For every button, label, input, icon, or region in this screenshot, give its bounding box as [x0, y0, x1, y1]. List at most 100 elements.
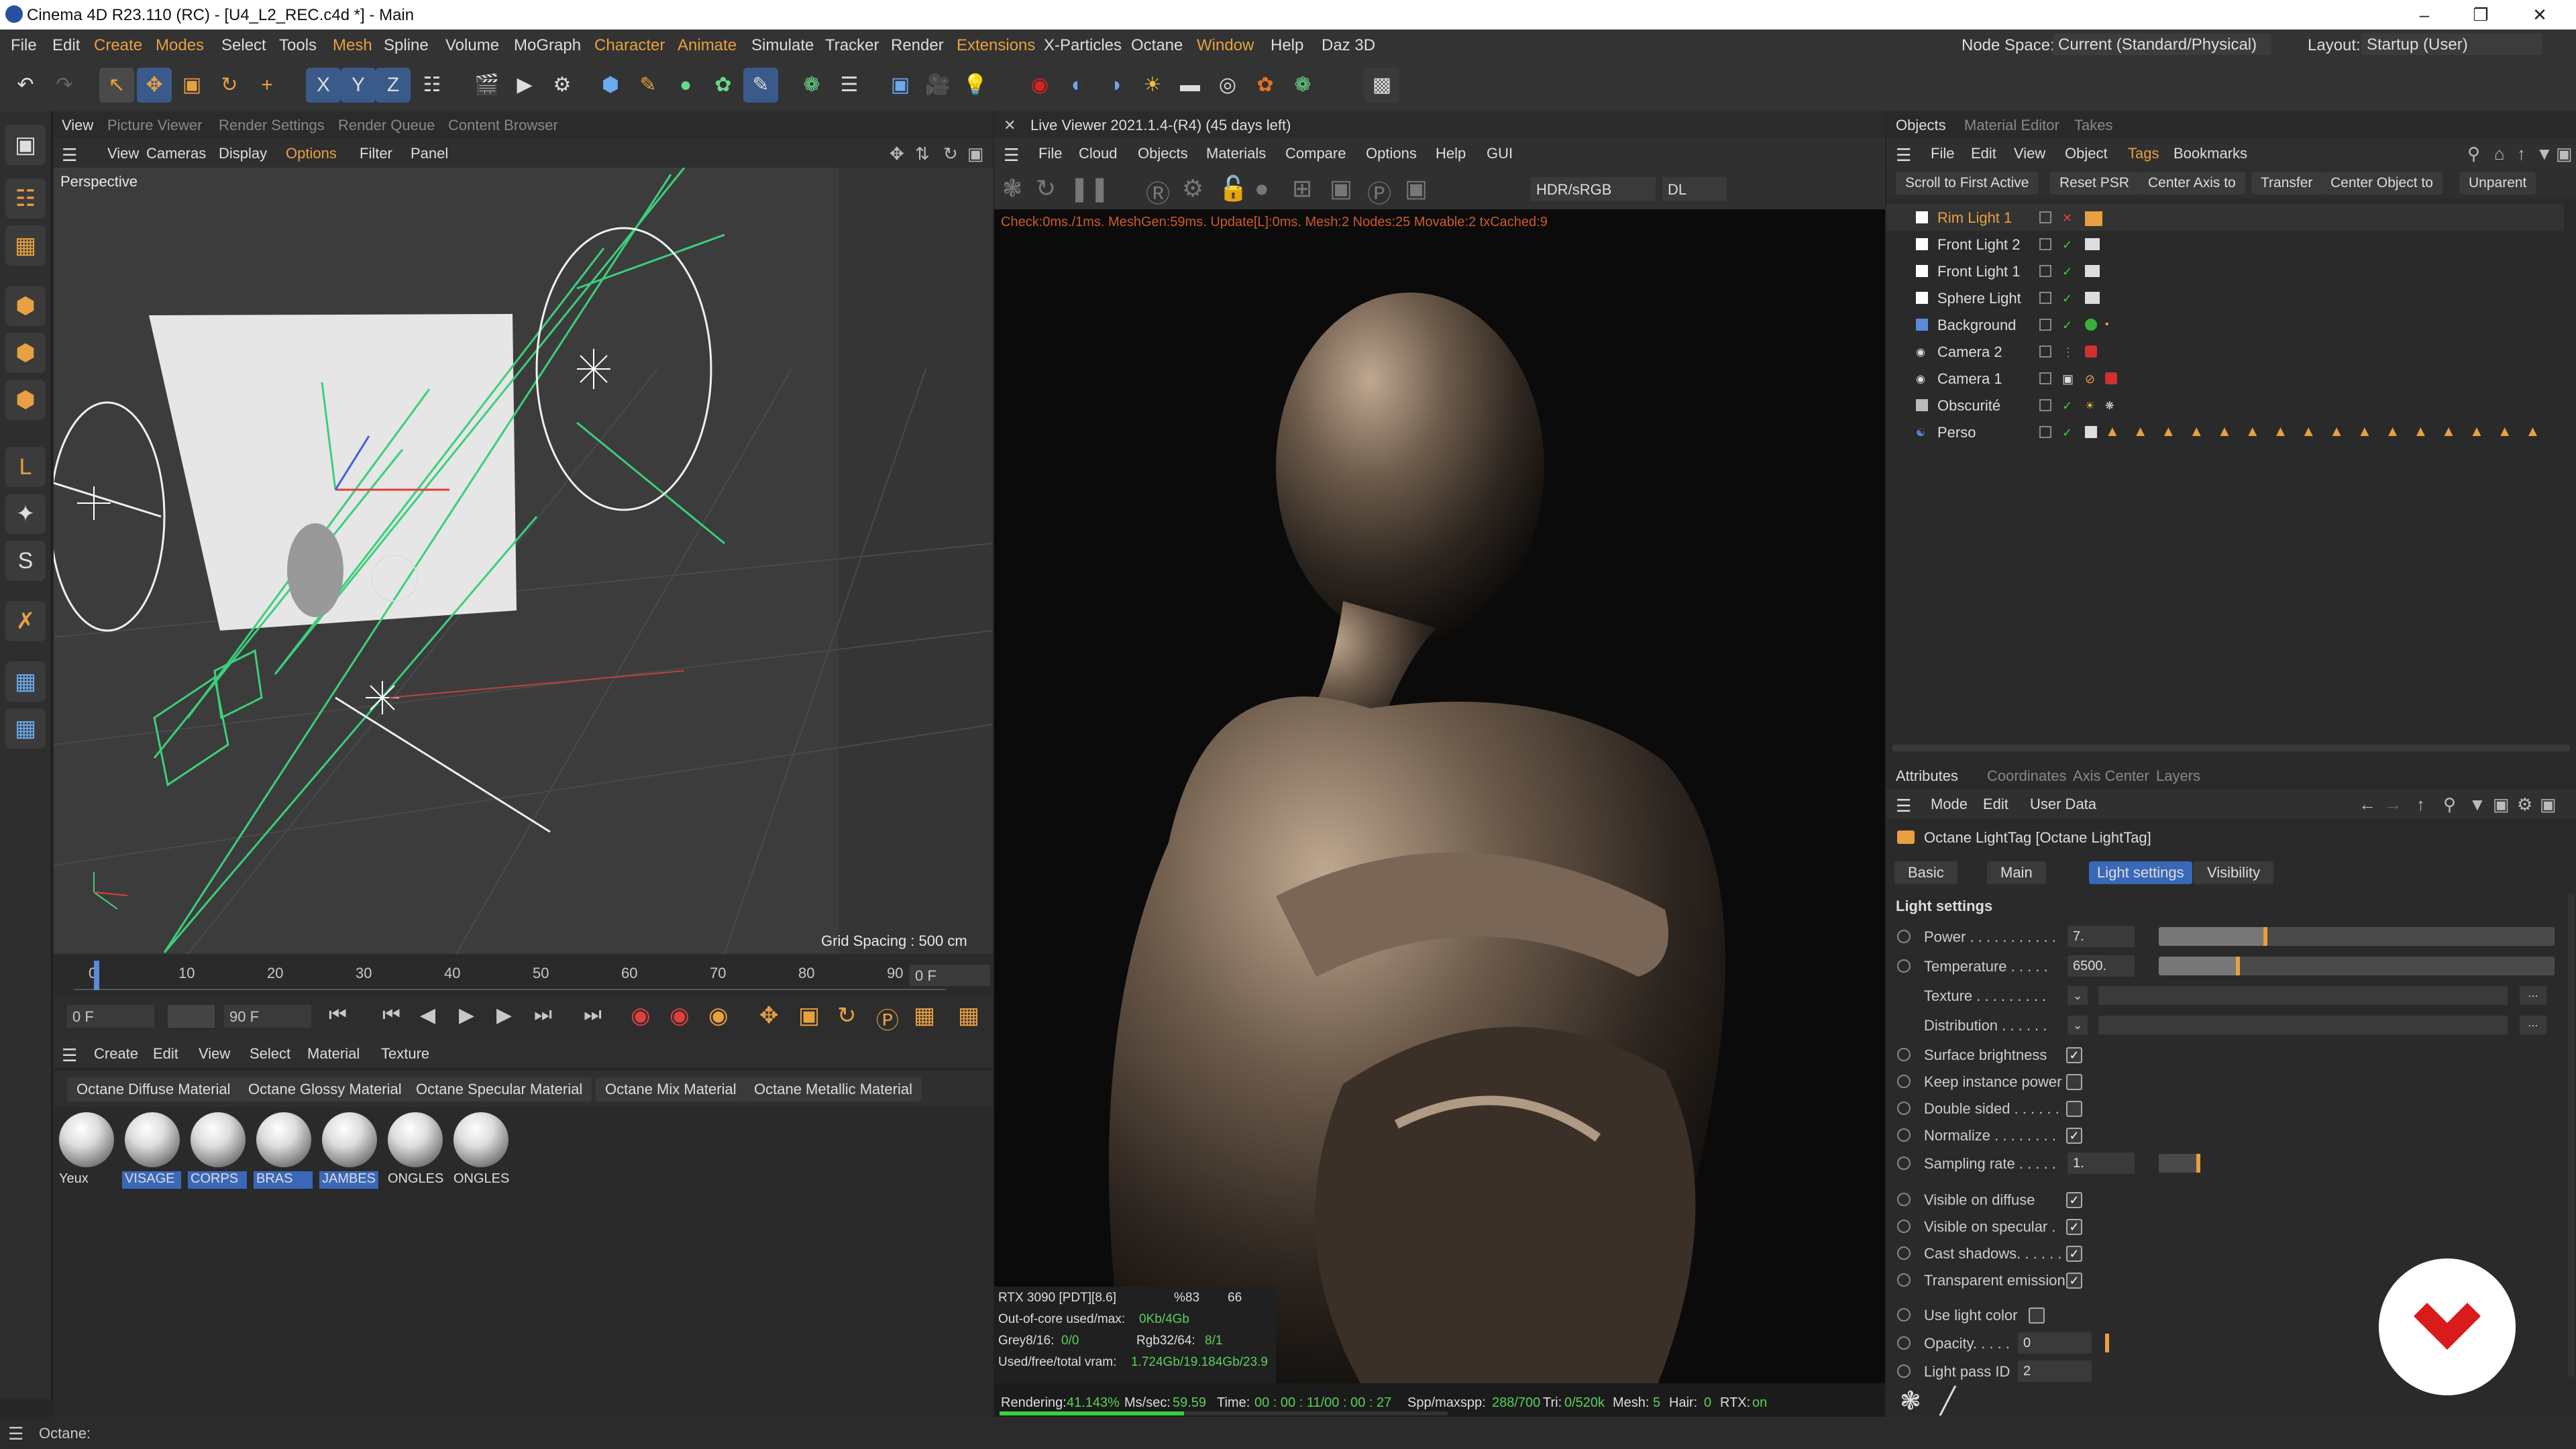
obj-menu-edit[interactable]: Edit	[1971, 145, 1996, 162]
object-row[interactable]: Sphere Light ✓	[1886, 284, 2564, 311]
prev-frame-icon[interactable]: ◀	[420, 1004, 435, 1027]
keyframe-indicator[interactable]	[1897, 1220, 1911, 1233]
key-pla-icon[interactable]: ▦	[914, 1002, 935, 1029]
material-tag-icon[interactable]	[2085, 319, 2097, 331]
live-viewer-window-icon[interactable]: ▩	[1364, 68, 1399, 103]
home-icon[interactable]: ⌂	[2494, 144, 2505, 164]
material-swatch[interactable]: ONGLES	[384, 1110, 444, 1190]
render-pass-select[interactable]: DL	[1662, 177, 1727, 201]
node-editor-icon[interactable]: ╱	[1940, 1386, 1955, 1416]
octane-specular-material-button[interactable]: Octane Specular Material	[407, 1077, 592, 1102]
close-icon[interactable]: ✕	[2520, 3, 2560, 27]
keyframe-indicator[interactable]	[1897, 1128, 1911, 1142]
region-render-icon[interactable]: Ⓡ	[1146, 174, 1170, 209]
record-icon[interactable]: ◉	[631, 1002, 651, 1029]
go-end-icon[interactable]: ⏭	[584, 1004, 602, 1026]
texture-mode-icon[interactable]: ☷	[5, 178, 46, 219]
temperature-slider-handle[interactable]	[2236, 957, 2240, 975]
material-tags-row[interactable]: ▲▲▲▲▲▲▲▲▲▲▲▲▲▲▲▲	[2105, 423, 2548, 440]
hamburger-icon[interactable]: ☰	[1896, 796, 1911, 816]
obj-menu-tags[interactable]: Tags	[2128, 145, 2159, 162]
restart-render-icon[interactable]: ↻	[1036, 174, 1056, 203]
menu-edit[interactable]: Edit	[52, 36, 80, 55]
viewport-menu-filter[interactable]: Filter	[360, 145, 392, 162]
hamburger-icon[interactable]: ☰	[62, 1045, 77, 1066]
attr-menu-user-data[interactable]: User Data	[2030, 796, 2096, 813]
edit-icon[interactable]	[2039, 265, 2051, 277]
rotate-tool-icon[interactable]: ↻	[212, 68, 247, 103]
keyframe-indicator[interactable]	[1897, 959, 1911, 973]
cast-shadows-checkbox[interactable]: ✓	[2066, 1246, 2082, 1262]
keyframe-indicator[interactable]	[1897, 1364, 1911, 1378]
autokey-icon[interactable]: ◉	[669, 1002, 690, 1029]
temperature-slider[interactable]	[2159, 957, 2555, 975]
octane-mix-material-button[interactable]: Octane Mix Material	[596, 1077, 746, 1102]
object-row[interactable]: Rim Light 1 ✕	[1886, 204, 2564, 231]
keyframe-indicator[interactable]	[1897, 1246, 1911, 1260]
next-frame-icon[interactable]: ▶	[496, 1004, 512, 1027]
object-row[interactable]: ◉ Camera 2 ⋮	[1886, 338, 2564, 365]
subtab-main[interactable]: Main	[1987, 861, 2046, 884]
up-icon[interactable]: ↑	[2517, 144, 2526, 164]
visibility-icon[interactable]: ⋮	[2062, 345, 2074, 359]
tab-objects[interactable]: Objects	[1896, 117, 1946, 134]
object-row[interactable]: Background ✓ •	[1886, 311, 2564, 338]
tab-render-queue[interactable]: Render Queue	[338, 117, 435, 134]
transparent-emission-checkbox[interactable]: ✓	[2066, 1273, 2082, 1289]
3d-viewport[interactable]: Perspective Grid Spacing : 500 cm	[54, 168, 993, 954]
opacity-slider-handle[interactable]	[2105, 1334, 2109, 1352]
menu-character[interactable]: Character	[594, 36, 665, 55]
sampling-rate-slider-handle[interactable]	[2196, 1154, 2200, 1173]
octane-spherelight-icon[interactable]: ◎	[1210, 68, 1245, 103]
subtab-visibility[interactable]: Visibility	[2194, 861, 2274, 884]
key-rotation-icon[interactable]: ↻	[837, 1002, 857, 1029]
viewport-menu-panel[interactable]: Panel	[411, 145, 448, 162]
camera-icon[interactable]: 🎥	[920, 68, 955, 103]
close-icon[interactable]: ✕	[1004, 117, 1016, 134]
menu-help[interactable]: Help	[1271, 36, 1303, 55]
workplane-icon[interactable]: ▦	[5, 225, 46, 266]
tab-axis-center[interactable]: Axis Center	[2073, 767, 2149, 785]
viewport-menu-options[interactable]: Options	[286, 145, 337, 162]
active-camera-icon[interactable]: ▣	[2062, 372, 2074, 386]
lv-menu-compare[interactable]: Compare	[1285, 145, 1346, 162]
octane-fire-icon[interactable]: ✿	[1248, 68, 1283, 103]
sampling-rate-field[interactable]: 1.	[2068, 1152, 2135, 1174]
octane-daylight-icon[interactable]: ☀	[1135, 68, 1170, 103]
transfer-button[interactable]: Transfer	[2251, 172, 2322, 195]
menu-animate[interactable]: Animate	[678, 36, 737, 55]
octane-light-tag-icon[interactable]	[2085, 292, 2100, 304]
filter-icon[interactable]: ▼	[2469, 794, 2486, 815]
attr-menu-mode[interactable]: Mode	[1931, 796, 1968, 813]
restore-icon[interactable]: ❐	[2461, 3, 2501, 27]
octane-camera-tag-icon[interactable]	[2105, 372, 2117, 384]
keyframe-indicator[interactable]	[1897, 1102, 1911, 1115]
scene-icon[interactable]: ❁	[794, 68, 829, 103]
lv-menu-options[interactable]: Options	[1366, 145, 1417, 162]
keyframe-indicator[interactable]	[1897, 1157, 1911, 1170]
octane-live-viewer-icon[interactable]: ◉	[1022, 68, 1057, 103]
go-start-icon[interactable]: ⏮	[329, 1004, 347, 1026]
zoom-view-icon[interactable]: ⇅	[915, 144, 930, 164]
menu-volume[interactable]: Volume	[445, 36, 499, 55]
compositing-tag-icon[interactable]: •	[2105, 319, 2117, 331]
keyframe-indicator[interactable]	[1897, 1075, 1911, 1088]
menu-extensions[interactable]: Extensions	[957, 36, 1035, 55]
solo-icon[interactable]: S	[5, 541, 46, 581]
octane-metallic-material-button[interactable]: Octane Metallic Material	[745, 1077, 922, 1102]
viewport-menu-view[interactable]: View	[107, 145, 139, 162]
octane-environment-tag-icon[interactable]: ☀	[2085, 399, 2097, 412]
edit-icon[interactable]	[2039, 399, 2051, 411]
visibility-check-icon[interactable]: ✓	[2062, 399, 2074, 413]
edit-icon[interactable]	[2039, 372, 2051, 384]
sub-region-icon[interactable]: ▣	[1330, 174, 1352, 203]
material-swatch[interactable]: ONGLES	[449, 1110, 510, 1190]
menu-mesh[interactable]: Mesh	[333, 36, 372, 55]
keyframe-selection-icon[interactable]: ◉	[708, 1002, 729, 1029]
grid-icon[interactable]: ▦	[5, 661, 46, 702]
edit-icon[interactable]	[2039, 211, 2051, 223]
material-menu-view[interactable]: View	[199, 1045, 230, 1063]
back-arrow-icon[interactable]: ←	[2359, 794, 2376, 815]
node-space-select[interactable]: Current (Standard/Physical)	[2053, 34, 2271, 55]
current-frame-field[interactable]: 0 F	[910, 965, 990, 986]
